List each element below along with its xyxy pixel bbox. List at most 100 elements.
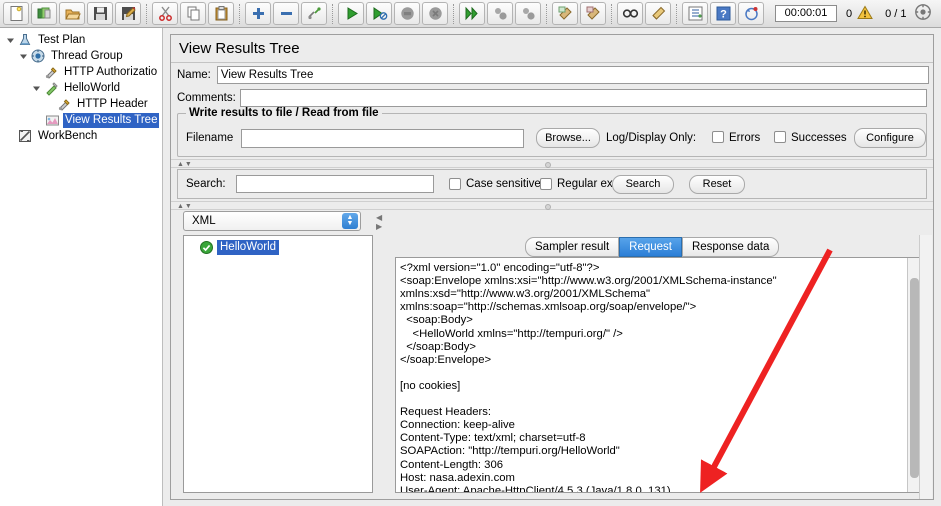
config-element-icon [43,64,59,80]
request-content-text: POST data: <?xml version="1.0" encoding=… [400,258,777,493]
collapse-all-icon[interactable] [273,2,299,25]
paste-icon[interactable] [208,2,234,25]
success-status-icon [200,240,213,254]
stop-icon[interactable] [394,2,420,25]
save-as-icon[interactable] [115,2,141,25]
renderer-select[interactable]: XML ▲ ▼ [183,211,361,231]
templates-icon[interactable] [31,2,57,25]
regular-exp-checkbox[interactable] [540,178,552,190]
toolbar-separator [611,3,612,24]
elapsed-timer: 00:00:01 [775,5,837,22]
request-content-box[interactable]: POST data: <?xml version="1.0" encoding=… [395,257,921,493]
save-icon[interactable] [87,2,113,25]
workbench-icon [17,128,33,144]
view-results-tree-panel: View Results Tree Name: View Results Tre… [170,34,934,500]
toggle-icon[interactable] [301,2,327,25]
toolbar-separator [146,3,147,24]
search-label: Search: [186,178,226,190]
remote-start-all-icon[interactable] [459,2,485,25]
successes-label: Successes [791,132,847,144]
clear-icon[interactable] [552,2,578,25]
tree-body: Test Plan Thread Group HTTP Authorizatio [0,28,162,144]
comments-input[interactable] [239,89,927,107]
thread-group-icon [30,48,46,64]
case-sensitive-checkbox[interactable] [449,178,461,190]
tree-toggle-open-icon[interactable] [17,48,30,64]
search-icon[interactable] [617,2,643,25]
name-label: Name: [177,69,211,81]
tree-item-label: WorkBench [38,129,98,142]
main-toolbar: ? 00:00:01 0 0 / 1 [0,0,941,28]
split-divider-middle[interactable]: ▲▼ [171,201,933,210]
filename-input[interactable] [241,129,524,148]
expand-all-icon[interactable] [245,2,271,25]
tree-item-label: Thread Group [51,49,123,62]
search-button[interactable]: Search [612,175,674,194]
successes-checkbox[interactable] [774,131,786,143]
name-row: Name: View Results Tree [177,66,929,84]
remote-shutdown-all-icon[interactable] [515,2,541,25]
list-item[interactable]: HelloWorld [200,239,372,255]
tree-toggle-open-icon[interactable] [4,32,17,48]
main-panel: View Results Tree Name: View Results Tre… [164,28,941,506]
test-plan-tree[interactable]: Test Plan Thread Group HTTP Authorizatio [0,28,163,506]
test-plan-icon [17,32,33,48]
results-tree-list[interactable]: HelloWorld [183,235,373,493]
clear-all-icon[interactable] [580,2,606,25]
configure-button[interactable]: Configure [854,128,926,148]
toolbar-group-clear [551,2,607,25]
tree-item-helloworld[interactable]: HelloWorld [0,80,162,96]
config-element-icon [56,96,72,112]
tree-item-http-header[interactable]: HTTP Header [0,96,162,112]
split-divider-arrows-icon[interactable]: ▲▼ [177,161,193,168]
copy-icon[interactable] [180,2,206,25]
write-results-legend: Write results to file / Read from file [186,107,382,119]
toolbar-group-edit [151,2,235,25]
tree-item-view-results-tree[interactable]: View Results Tree [0,112,162,128]
warning-icon[interactable] [857,5,873,23]
toolbar-group-help: ? [681,2,765,25]
browse-button[interactable]: Browse... [536,128,600,148]
split-collapse-left-icon[interactable]: ◀ [376,213,384,222]
split-collapse-right-icon[interactable]: ▶ [376,222,384,231]
search-input[interactable] [236,175,434,193]
toolbar-separator [546,3,547,24]
new-icon[interactable] [3,2,29,25]
shutdown-icon[interactable] [422,2,448,25]
tree-item-label: HelloWorld [64,81,121,94]
result-tabs: Sampler result Request Response data [525,237,781,257]
tree-toggle-none [4,128,17,144]
reset-button[interactable]: Reset [689,175,745,194]
cut-icon[interactable] [152,2,178,25]
errors-checkbox[interactable] [712,131,724,143]
open-icon[interactable] [59,2,85,25]
name-input[interactable]: View Results Tree [216,66,929,84]
remote-stop-all-icon[interactable] [487,2,513,25]
sampler-icon [43,80,59,96]
tree-item-thread-group[interactable]: Thread Group [0,48,162,64]
jmeter-window: ? 00:00:01 0 0 / 1 Test Plan Thread Grou… [0,0,941,506]
content-scrollbar-thumb[interactable] [910,278,919,478]
start-icon[interactable] [338,2,364,25]
start-no-timers-icon[interactable] [366,2,392,25]
toolbar-separator [676,3,677,24]
split-divider-top[interactable]: ▲▼ [171,159,933,168]
split-divider-arrows-icon[interactable]: ▲▼ [177,203,193,210]
tree-toggle-open-icon[interactable] [30,80,43,96]
undo-icon[interactable] [738,2,764,25]
function-helper-icon[interactable] [682,2,708,25]
tab-sampler-result[interactable]: Sampler result [525,237,620,257]
filename-label: Filename [186,132,234,144]
tree-item-http-authorization[interactable]: HTTP Authorizatio [0,64,162,80]
tab-request[interactable]: Request [619,237,682,257]
tab-response-data[interactable]: Response data [681,237,780,257]
list-item-label: HelloWorld [217,239,280,255]
tree-item-workbench[interactable]: WorkBench [0,128,162,144]
tree-item-test-plan[interactable]: Test Plan [0,32,162,48]
panel-scrollbar[interactable] [919,235,932,499]
help-icon[interactable]: ? [710,2,736,25]
comments-label: Comments: [177,92,236,104]
chevron-updown-icon[interactable]: ▲ ▼ [342,213,358,229]
search-reset-icon[interactable] [645,2,671,25]
svg-text:?: ? [720,9,727,21]
